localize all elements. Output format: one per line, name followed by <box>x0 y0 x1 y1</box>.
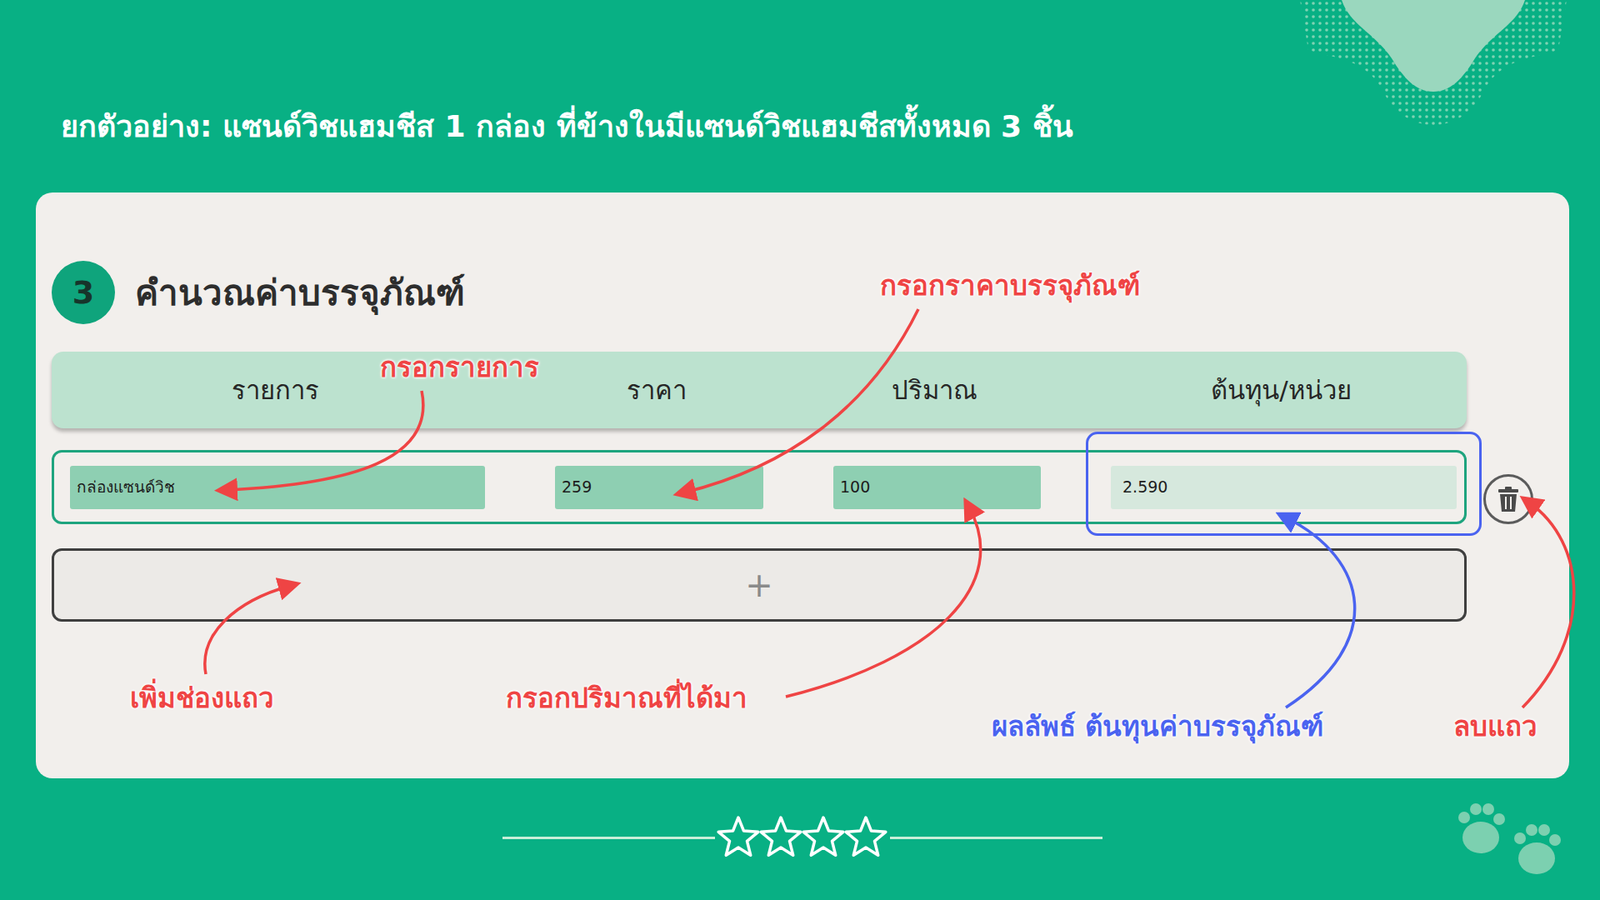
callout-text: ผลลัพธ์ ต้นทุนค่าบรรจุภัณฑ์ <box>991 710 1325 743</box>
column-header: ราคา <box>552 362 761 419</box>
slide-title: ยกตัวอย่าง: แซนด์วิชแฮมชีส 1 กล่อง ที่ข้… <box>35 106 1570 147</box>
callout-label: เพิ่มช่องแถว <box>130 681 275 715</box>
price-input[interactable] <box>555 465 764 510</box>
arrow <box>1522 502 1575 708</box>
add-row-button[interactable]: + <box>51 548 1467 622</box>
quantity-input[interactable] <box>833 465 1041 510</box>
calculator-card: 3 คำนวณค่าบรรจุภัณฑ์รายการ ราคา ปริมาณ ต้นทุ… <box>35 192 1570 779</box>
table-cell <box>555 465 764 510</box>
stars-icon <box>715 812 890 863</box>
star-divider <box>35 812 1570 863</box>
callout-label: ลบแถว <box>1453 710 1538 744</box>
arrow <box>684 309 919 493</box>
arrow <box>1285 517 1355 708</box>
highlight-box <box>1085 431 1482 536</box>
slide: ยกตัวอย่าง: แซนด์วิชแฮมชีส 1 กล่อง ที่ข้… <box>0 0 1600 863</box>
table-cell <box>1110 465 1457 510</box>
callout-layer: กรอกรายการ กรอกราคาบรรจุภัณฑ์เพิ่มช่องแถว… <box>35 192 1570 779</box>
section-number: 3 <box>51 260 115 325</box>
arrows <box>35 192 1570 779</box>
trash-icon <box>1495 485 1521 513</box>
callout-label: กรอกปริมาณที่ได้มา <box>505 681 748 715</box>
callout-text: ลบแถว <box>1453 710 1538 743</box>
arrow <box>225 390 424 490</box>
decoration-icon <box>1283 0 1584 167</box>
item-name-input[interactable] <box>70 465 485 510</box>
paw-print-icon <box>1443 790 1569 882</box>
callout-text: เพิ่มช่องแถว <box>130 681 275 715</box>
section-header: 3 คำนวณค่าบรรจุภัณฑ์ <box>51 260 1570 325</box>
callout-label: ผลลัพธ์ ต้นทุนค่าบรรจุภัณฑ์ <box>991 710 1325 744</box>
column-header: ปริมาณ <box>830 362 1039 419</box>
arrow <box>205 585 290 675</box>
add-line: + <box>51 548 1570 622</box>
row-line <box>51 450 1570 549</box>
callout-text: กรอกรายการ <box>380 350 540 384</box>
callout-text: กรอกปริมาณที่ได้มา <box>505 681 748 715</box>
column-header: ต้นทุน/หน่วย <box>1108 362 1455 419</box>
divider-line <box>502 836 715 840</box>
arrow <box>785 507 981 697</box>
column-header: รายการ <box>67 362 483 419</box>
table-row <box>51 450 1467 525</box>
table-cell <box>833 465 1041 510</box>
table-cell <box>70 465 485 510</box>
callout-label: กรอกรายการ <box>380 350 540 385</box>
callout-label: กรอกราคาบรรจุภัณฑ์ <box>880 269 1140 303</box>
header-line: รายการ ราคา ปริมาณ ต้นทุน/หน่วย <box>51 351 1570 450</box>
table-header: รายการ ราคา ปริมาณ ต้นทุน/หน่วย <box>51 351 1467 429</box>
section-title: คำนวณค่าบรรจุภัณฑ์ <box>135 266 465 320</box>
callout-text: กรอกราคาบรรจุภัณฑ์ <box>880 269 1140 302</box>
delete-row-button[interactable] <box>1483 474 1534 525</box>
unit-cost-output <box>1110 465 1457 510</box>
divider-line <box>890 836 1103 840</box>
